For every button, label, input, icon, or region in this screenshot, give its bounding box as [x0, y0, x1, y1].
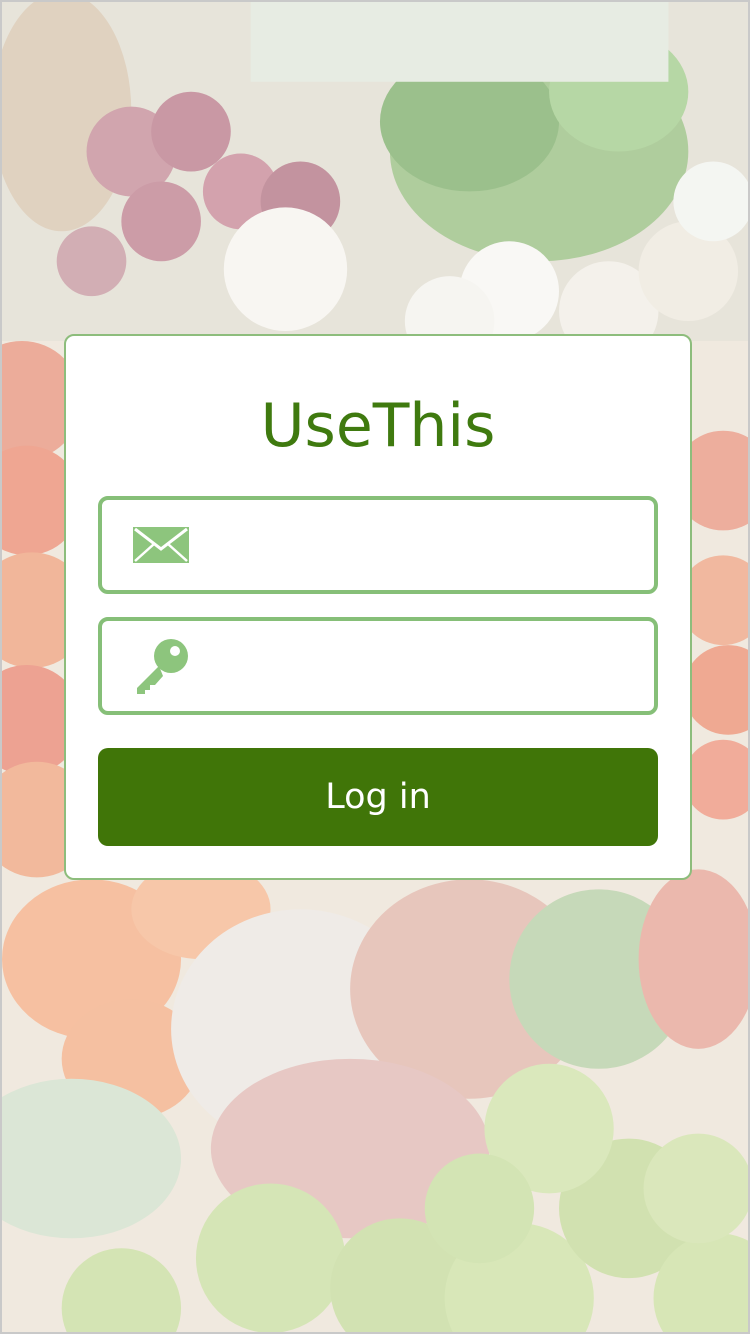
password-field[interactable] — [98, 617, 658, 715]
login-card: UseThis Log in — [64, 334, 692, 880]
login-screen: UseThis Log in — [0, 0, 750, 1334]
envelope-icon — [130, 514, 192, 576]
email-input[interactable] — [214, 500, 648, 592]
login-button[interactable]: Log in — [98, 748, 658, 846]
password-input[interactable] — [214, 621, 648, 713]
key-icon — [130, 635, 192, 697]
app-title: UseThis — [260, 391, 496, 461]
email-field[interactable] — [98, 496, 658, 594]
